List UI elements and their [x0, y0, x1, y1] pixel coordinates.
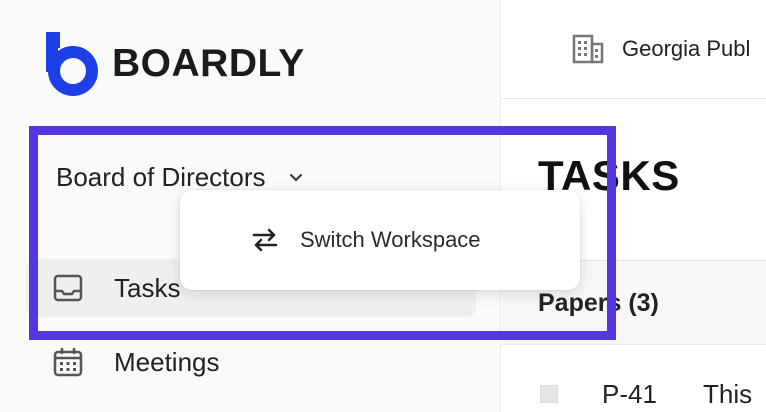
sidebar-item-label: Meetings	[114, 346, 220, 377]
boardly-logo-icon	[46, 32, 98, 96]
building-icon	[572, 34, 604, 64]
sidebar-item-meetings[interactable]: Meetings	[26, 333, 476, 391]
top-bar: Georgia Publ	[502, 0, 766, 99]
workspace-dropdown-menu: Switch Workspace	[180, 190, 580, 290]
inbox-icon	[53, 274, 83, 302]
workspace-name: Board of Directors	[56, 161, 266, 192]
row-paper-title[interactable]: This	[703, 379, 752, 410]
sidebar-item-label: Tasks	[114, 272, 181, 303]
brand-name: BOARDLY	[112, 42, 305, 85]
row-checkbox[interactable]	[540, 385, 558, 403]
workspace-selector[interactable]: Board of Directors	[56, 160, 304, 194]
swap-arrows-icon	[252, 228, 278, 252]
chevron-down-icon	[289, 174, 302, 181]
calendar-icon	[53, 348, 83, 377]
switch-workspace-menu-item[interactable]: Switch Workspace	[180, 216, 580, 264]
app-window: BOARDLY Board of Directors Tasks Meeting…	[0, 0, 766, 412]
menu-item-label: Switch Workspace	[300, 227, 481, 252]
row-paper-id[interactable]: P-41	[602, 379, 657, 410]
papers-count-title: Papers (3)	[538, 289, 659, 317]
organization-name[interactable]: Georgia Publ	[622, 36, 750, 62]
